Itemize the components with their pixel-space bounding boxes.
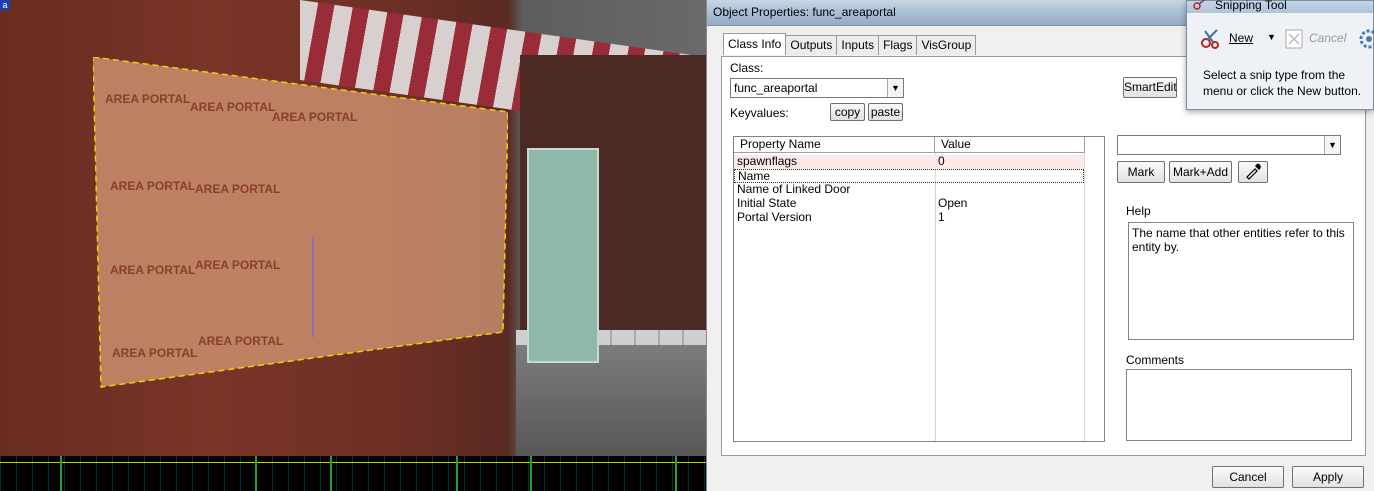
eyedropper-button[interactable] [1238,161,1268,183]
scissors-icon [1193,0,1206,10]
snipping-tool-title: Snipping Tool [1215,0,1287,12]
property-name: Portal Version [737,210,812,224]
mark-add-button[interactable]: Mark+Add [1169,161,1232,183]
keyvalues-label: Keyvalues: [730,106,789,120]
tab-flags[interactable]: Flags [878,35,918,55]
cancel-icon [1285,29,1303,49]
new-button[interactable]: New [1229,31,1253,45]
grid-line [330,456,332,491]
portal-label: AREA PORTAL [195,258,281,272]
tab-visgroup[interactable]: VisGroup [916,35,977,55]
gear-icon[interactable] [1357,27,1374,51]
portal-label: AREA PORTAL [190,100,276,114]
cancel-snip-button[interactable]: Cancel [1309,31,1346,45]
viewport-corner-label: a [0,0,10,10]
copy-button[interactable]: copy [830,103,865,121]
tab-strip: Class Info Outputs Inputs Flags VisGroup [723,33,977,56]
paste-button[interactable]: paste [868,103,903,121]
comments-label: Comments [1126,353,1185,367]
property-name: Name of Linked Door [737,182,851,196]
property-value: 1 [938,210,945,224]
portal-label: AREA PORTAL [105,92,191,106]
property-name: Initial State [737,196,797,210]
apply-button[interactable]: Apply [1292,466,1364,488]
portal-label: AREA PORTAL [198,334,284,348]
2d-viewport-strip[interactable] [0,456,706,491]
class-combo-value: func_areaportal [734,81,818,95]
areaportal-door-brush[interactable] [527,148,599,363]
new-snip-icon[interactable] [1199,27,1223,51]
help-label: Help [1126,204,1151,218]
table-row[interactable]: Initial State Open [734,197,1084,211]
grid-header: Property Name Value [734,137,1104,153]
grid-line [530,456,532,491]
class-combo[interactable]: func_areaportal ▼ [730,78,904,98]
portal-label: AREA PORTAL [272,110,358,124]
column-header-value[interactable]: Value [935,137,1085,153]
grid-line [60,456,62,491]
portal-label: AREA PORTAL [110,263,196,277]
tab-inputs[interactable]: Inputs [836,35,880,55]
column-header-property-name[interactable]: Property Name [734,137,935,153]
portal-label: AREA PORTAL [110,179,196,193]
table-row[interactable]: Name of Linked Door [734,183,1084,197]
grid-line [675,456,677,491]
grid-line [456,456,458,491]
grid-line [255,456,257,491]
property-value: Open [938,196,968,210]
property-value: 0 [938,154,945,168]
chevron-down-icon[interactable]: ▼ [887,79,903,97]
grid-line [0,462,706,463]
tab-class-info[interactable]: Class Info [723,33,787,55]
cancel-button[interactable]: Cancel [1212,466,1284,488]
tab-outputs[interactable]: Outputs [785,35,838,55]
comments-textbox[interactable] [1126,369,1352,441]
dialog-title: Object Properties: func_areaportal [713,5,896,19]
chevron-down-icon[interactable]: ▼ [1324,136,1340,154]
grid-right-edge [1084,153,1085,441]
table-row-selected[interactable]: Name [734,169,1084,183]
snipping-tool-window: Snipping Tool New ▼ Cancel Select a snip… [1186,0,1374,110]
table-row[interactable]: Portal Version 1 [734,211,1084,225]
portal-label: AREA PORTAL [195,182,281,196]
keyvalues-grid[interactable]: Property Name Value spawnflags 0 Name Na… [733,136,1105,442]
help-textbox: The name that other entities refer to th… [1128,222,1354,340]
mark-button[interactable]: Mark [1117,161,1165,183]
class-label: Class: [730,61,764,75]
snipping-tool-titlebar[interactable]: Snipping Tool [1187,0,1373,13]
3d-viewport[interactable]: a AREA PORTAL AREA PORTAL AREA PORTAL AR… [0,0,706,456]
chevron-down-icon[interactable]: ▼ [1267,32,1276,42]
table-row[interactable]: spawnflags 0 [734,155,1084,169]
snipping-tool-instructions: Select a snip type from the menu or clic… [1203,68,1362,98]
value-combo[interactable]: ▼ [1117,135,1341,155]
portal-label: AREA PORTAL [112,346,198,360]
smartedit-button[interactable]: SmartEdit [1123,77,1177,98]
eyedropper-icon [1246,163,1261,180]
property-name: spawnflags [737,154,798,168]
